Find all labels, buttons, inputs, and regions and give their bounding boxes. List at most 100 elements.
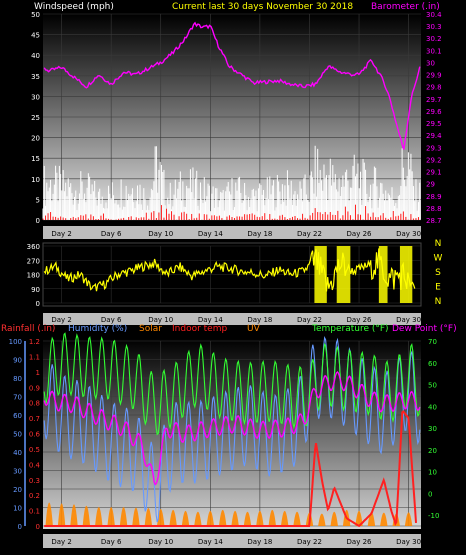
rain-axis-tick: 0.2 [29,492,40,500]
rain-axis-tick: 0.1 [29,508,40,516]
wind-axis-tick: 35 [31,73,40,81]
humidity-axis-tick: 10 [13,505,22,513]
temperature-axis-tick: -10 [428,512,439,520]
barometer-axis-tick: 29 [426,181,435,189]
rain-axis-tick: 0.5 [29,446,40,454]
wind-axis-tick: 40 [31,52,40,60]
bottom-day-tick: Day 10 [148,538,173,546]
humidity-axis-tick: 70 [13,394,22,402]
rain-axis-tick: 0.8 [29,400,40,408]
humidity-axis-tick: 0 [18,523,22,531]
temperature-axis-tick: 30 [428,425,437,433]
direction-day-tick: Day 30 [396,316,421,324]
direction-axis-tick: 90 [31,286,40,294]
bottom-day-tick: Day 14 [198,538,224,546]
rain-axis-tick: 0.3 [29,477,40,485]
bottom-day-tick: Day 30 [396,538,421,546]
day-tick-label: Day 2 [51,230,72,238]
direction-axis-tick: 180 [27,272,40,280]
compass-label: W [434,254,443,264]
rain-axis-tick: 1 [36,369,40,377]
wind-direction-dense-band [399,246,413,303]
bottom-day-tick: Day 22 [297,538,322,546]
compass-label: N [435,239,442,249]
legend-temperature: Temperature (°F) [311,324,389,334]
wind-axis-tick: 30 [31,93,40,101]
humidity-axis-tick: 60 [13,412,22,420]
rain-axis-tick: 1.1 [29,353,40,361]
temperature-axis-tick: 70 [428,338,437,346]
humidity-axis-tick: 100 [9,338,22,346]
day-tick-label: Day 18 [247,230,272,238]
bottom-day-tick: Day 6 [101,538,122,546]
direction-day-tick: Day 22 [297,316,322,324]
humidity-axis-tick: 50 [13,431,22,439]
wind-axis-tick: 25 [31,114,40,122]
barometer-axis-tick: 29.4 [426,132,442,140]
barometer-axis-tick: 28.7 [426,217,442,225]
rain-axis-tick: 0 [36,523,40,531]
direction-axis-tick: 360 [27,243,40,251]
barometer-axis-tick: 29.5 [426,120,442,128]
day-tick-label: Day 14 [198,230,224,238]
wind-direction-dense-band [314,246,327,303]
temperature-axis-tick: 0 [428,490,432,498]
direction-day-tick: Day 14 [198,316,224,324]
direction-day-tick: Day 26 [347,316,373,324]
legend-indoor-temp: Indoor temp [172,324,227,334]
barometer-axis-tick: 30.2 [426,35,442,43]
top-left-axis-title: Windspeed (mph) [34,2,114,12]
wind-axis-tick: 20 [31,135,40,143]
barometer-axis-tick: 29.7 [426,96,442,104]
day-tick-label: Day 22 [297,230,322,238]
wind-axis-tick: 50 [31,11,40,19]
wind-direction-dense-band [336,246,351,303]
barometer-axis-tick: 29.1 [426,169,442,177]
bottom-day-tick: Day 18 [247,538,272,546]
legend-uv: UV [247,324,261,334]
rain-axis-tick: 0.7 [29,415,40,423]
weather-charts: Windspeed (mph) Current last 30 days Nov… [1,2,457,548]
barometer-axis-tick: 29.9 [426,72,442,80]
temperature-axis-tick: 20 [428,447,437,455]
legend-rainfall: Rainfall (.in) [1,324,55,334]
temperature-axis-tick: 40 [428,403,437,411]
compass-label: N [435,297,442,307]
humidity-axis-tick: 20 [13,486,22,494]
temperature-axis-tick: 60 [428,360,437,368]
barometer-axis-tick: 30 [426,59,435,67]
day-tick-label: Day 10 [148,230,173,238]
wind-direction-dense-band [378,246,388,303]
direction-axis-tick: 270 [27,257,40,265]
temperature-axis-tick: 50 [428,382,437,390]
barometer-axis-tick: 29.8 [426,84,442,92]
humidity-axis-tick: 80 [13,375,22,383]
chart-title: Current last 30 days November 30 2018 [172,2,353,12]
rain-axis-tick: 0.6 [29,431,41,439]
legend-humidity: Humidity (%) [68,324,127,334]
wind-axis-tick: 5 [36,196,40,204]
rain-axis-tick: 1.2 [29,338,40,346]
barometer-axis-tick: 29.6 [426,108,442,116]
legend-solar: Solar [139,324,162,334]
day-tick-label: Day 30 [396,230,421,238]
compass-label: S [435,268,441,278]
rain-axis-tick: 0.9 [29,384,40,392]
legend-dew-point: Dew Point (°F) [392,324,457,334]
wind-axis-tick: 0 [36,217,40,225]
day-tick-label: Day 6 [101,230,122,238]
wind-axis-tick: 15 [31,155,40,163]
barometer-axis-tick: 30.1 [426,47,442,55]
barometer-axis-tick: 29.3 [426,144,442,152]
humidity-axis-tick: 90 [13,357,22,365]
barometer-axis-tick: 30.4 [426,11,442,19]
wind-axis-tick: 45 [31,32,40,40]
direction-axis-tick: 0 [36,300,40,308]
day-tick-label: Day 26 [347,230,373,238]
barometer-axis-tick: 29.2 [426,156,442,164]
direction-day-tick: Day 18 [247,316,272,324]
barometer-axis-tick: 28.9 [426,193,442,201]
bottom-day-tick: Day 26 [347,538,373,546]
compass-label: E [435,283,441,293]
rain-axis-tick: 0.4 [29,461,41,469]
